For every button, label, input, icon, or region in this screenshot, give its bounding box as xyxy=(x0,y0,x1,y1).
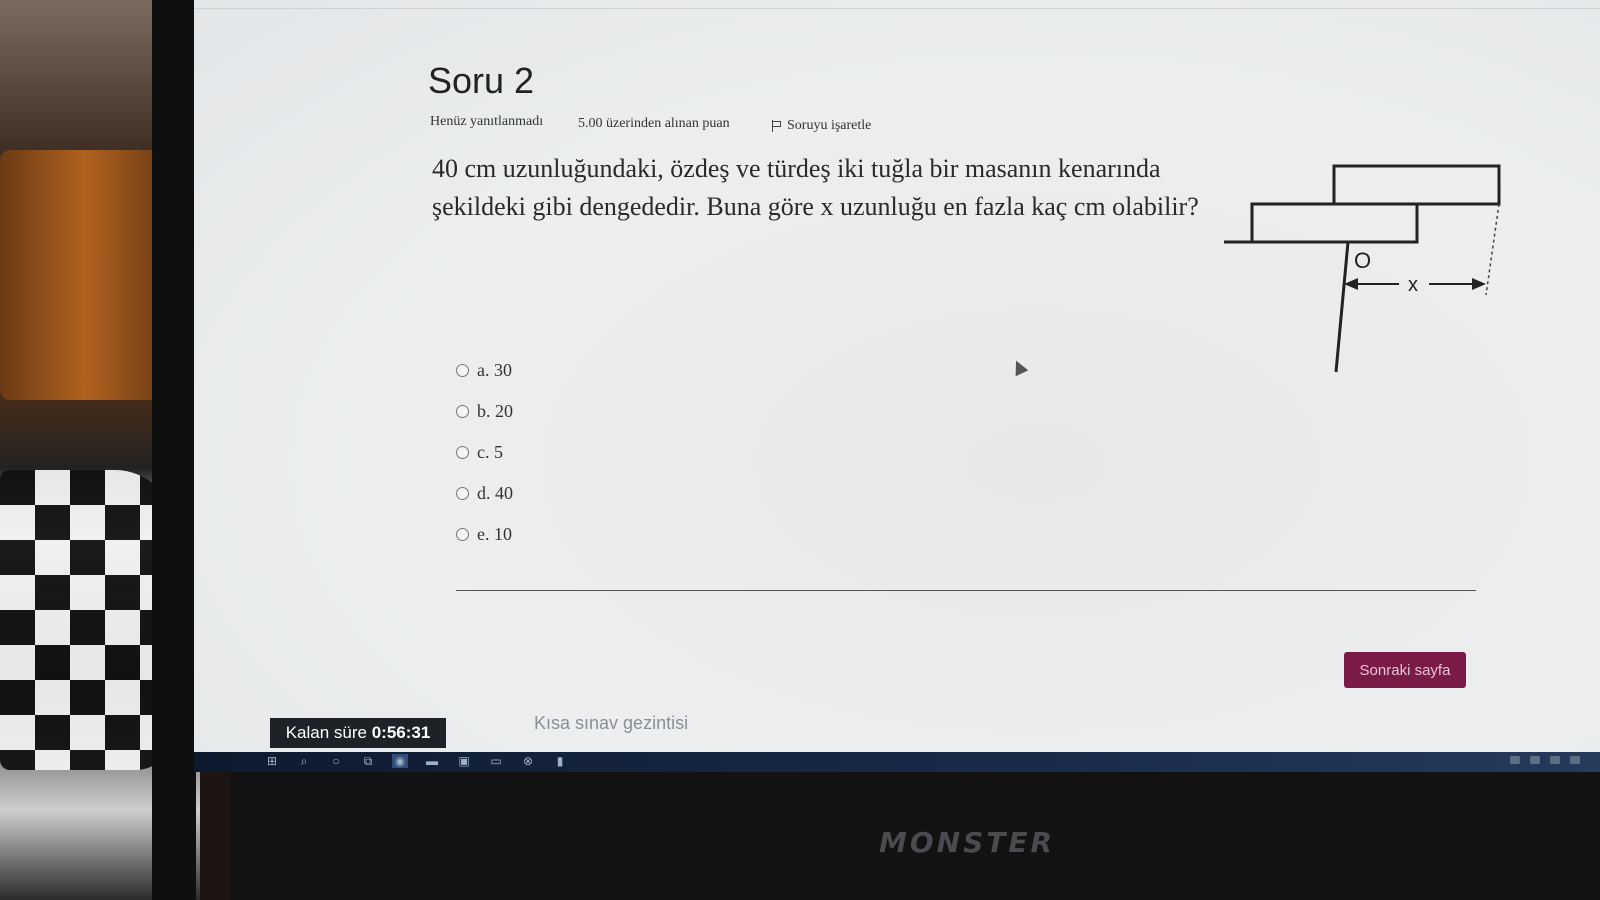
background-can xyxy=(0,150,170,400)
radio-button[interactable] xyxy=(456,528,469,541)
radio-button[interactable] xyxy=(456,487,469,500)
answer-label: d. 40 xyxy=(477,483,513,503)
mail-icon[interactable]: ▭ xyxy=(488,754,504,768)
answer-label: b. 20 xyxy=(477,401,513,421)
brick-bottom xyxy=(1250,202,1419,244)
flag-question-label: Soruyu işaretle xyxy=(787,118,872,133)
windows-icon[interactable]: ⊞ xyxy=(264,754,280,768)
office-icon[interactable]: ▮ xyxy=(552,754,568,768)
answer-label: e. 10 xyxy=(477,524,512,544)
question-status: Henüz yanıtlanmadı xyxy=(430,114,544,129)
timer-badge: Kalan süre 0:56:31 xyxy=(270,718,446,748)
arrow-left xyxy=(1344,278,1358,290)
background-mug xyxy=(0,470,175,770)
flag-icon xyxy=(772,120,782,132)
system-tray xyxy=(1510,756,1580,764)
answer-label: a. 30 xyxy=(477,360,512,380)
folder-icon[interactable]: ▬ xyxy=(424,754,440,768)
volume-icon[interactable] xyxy=(1550,756,1560,764)
store-icon[interactable]: ▣ xyxy=(456,754,472,768)
cortana-icon[interactable]: ○ xyxy=(328,754,344,768)
radio-button[interactable] xyxy=(456,446,469,459)
timer-value: 0:56:31 xyxy=(371,723,431,742)
question-text: 40 cm uzunluğundaki, özdeş ve türdeş iki… xyxy=(432,154,1199,221)
browser-icon[interactable]: ◉ xyxy=(392,754,408,768)
search-icon[interactable]: ⌕ xyxy=(296,754,312,768)
monitor-brand-logo: MONSTER xyxy=(878,826,1056,859)
answer-option[interactable]: d. 40 xyxy=(456,473,513,514)
question-points: 5.00 üzerinden alınan puan xyxy=(578,116,730,131)
brick-top xyxy=(1332,164,1501,206)
answer-option[interactable]: c. 5 xyxy=(456,432,513,473)
radio-button[interactable] xyxy=(456,364,469,377)
flag-question-link[interactable]: Soruyu işaretle xyxy=(772,118,871,134)
answer-option[interactable]: b. 20 xyxy=(456,391,513,432)
question-figure: O x xyxy=(1224,164,1501,373)
answer-list: a. 30 b. 20 c. 5 d. 40 e. 10 xyxy=(456,350,513,555)
quiz-navigation-link[interactable]: Kısa sınav gezintisi xyxy=(534,713,688,734)
arrow-right xyxy=(1472,278,1486,290)
section-divider xyxy=(456,590,1476,591)
network-icon[interactable] xyxy=(1530,756,1540,764)
tray-chevron-icon[interactable] xyxy=(1510,756,1520,764)
mouse-cursor-icon xyxy=(1009,357,1029,377)
next-page-button[interactable]: Sonraki sayfa xyxy=(1344,652,1466,688)
radio-button[interactable] xyxy=(456,405,469,418)
figure-point-label: O xyxy=(1354,248,1371,273)
xbox-icon[interactable]: ⊗ xyxy=(520,754,536,768)
table-edge xyxy=(1334,241,1350,373)
screen: Soru 2 Henüz yanıtlanmadı 5.00 üzerinden… xyxy=(194,0,1600,772)
answer-label: c. 5 xyxy=(477,442,503,462)
top-border xyxy=(194,8,1600,9)
task-view-icon[interactable]: ⧉ xyxy=(360,754,376,768)
question-title: Soru 2 xyxy=(428,60,535,101)
figure-length-label: x xyxy=(1408,274,1418,296)
reference-line xyxy=(1485,203,1500,296)
taskbar: ⊞ ⌕ ○ ⧉ ◉ ▬ ▣ ▭ ⊗ ▮ xyxy=(194,752,1600,772)
monitor-bezel-left xyxy=(152,0,196,900)
answer-option[interactable]: a. 30 xyxy=(456,350,513,391)
battery-icon[interactable] xyxy=(1570,756,1580,764)
timer-label: Kalan süre xyxy=(285,723,367,742)
answer-option[interactable]: e. 10 xyxy=(456,514,513,555)
